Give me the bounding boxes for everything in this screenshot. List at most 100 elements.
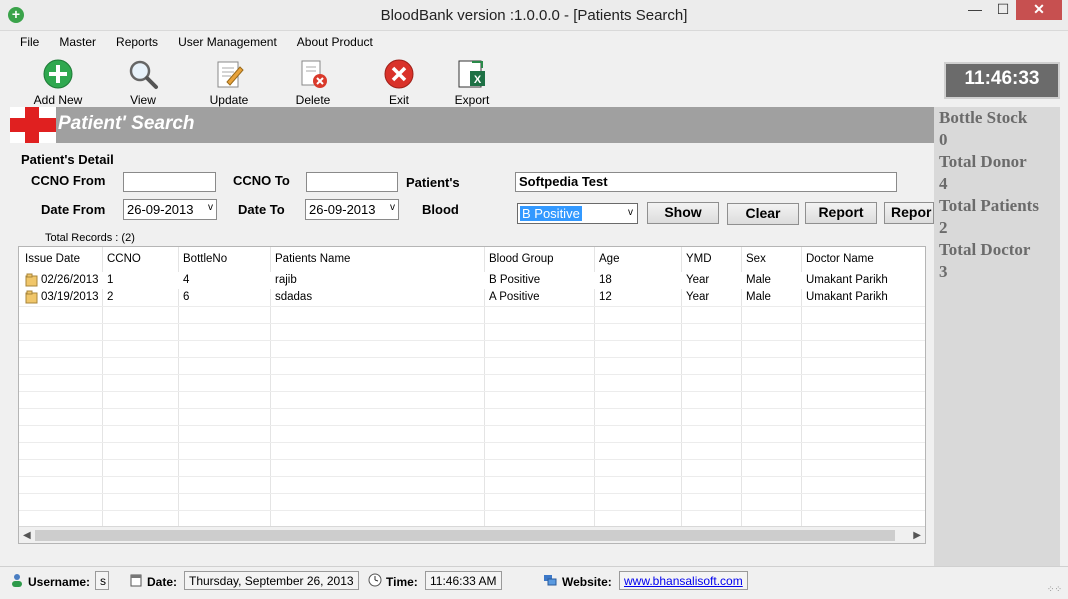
blood-group-value: B Positive (520, 206, 582, 221)
maximize-button[interactable]: ☐ (990, 0, 1016, 20)
row-line (19, 340, 925, 341)
update-label: Update (209, 93, 249, 107)
date-to-picker[interactable]: 26-09-2013 v (305, 199, 399, 220)
ccno-from-label: CCNO From (31, 173, 106, 188)
report-button-2[interactable]: Repor (884, 202, 934, 224)
cell-blood-group: A Positive (489, 291, 540, 303)
row-line (19, 357, 925, 358)
export-label: Export (454, 93, 490, 107)
table-header: Issue Date CCNO BottleNo Patients Name B… (19, 247, 925, 271)
header-ymd[interactable]: YMD (686, 253, 712, 265)
clock-icon (368, 573, 382, 587)
row-line (19, 442, 925, 443)
exit-button[interactable]: Exit (369, 58, 429, 107)
update-button[interactable]: Update (199, 58, 259, 107)
row-line (19, 425, 925, 426)
show-button[interactable]: Show (647, 202, 719, 224)
header-sex[interactable]: Sex (746, 253, 766, 265)
row-line (19, 391, 925, 392)
status-bar: Username: s Date: Thursday, September 26… (0, 566, 1068, 599)
window-title: BloodBank version :1.0.0.0 - [Patients S… (380, 7, 688, 24)
date-from-value: 26-09-2013 (127, 202, 194, 217)
view-label: View (130, 93, 156, 107)
blood-label: Blood (422, 202, 459, 217)
menu-user-management[interactable]: User Management (168, 33, 287, 53)
cell-ccno: 1 (107, 274, 114, 286)
view-button[interactable]: View (113, 58, 173, 107)
patient-label: Patient's (406, 175, 460, 190)
clear-button[interactable]: Clear (727, 203, 799, 225)
cell-doctor-name: Umakant Parikh (806, 274, 888, 286)
header-ccno[interactable]: CCNO (107, 253, 141, 265)
menu-file[interactable]: File (10, 33, 49, 53)
patients-table[interactable]: Issue Date CCNO BottleNo Patients Name B… (18, 246, 926, 544)
title-bar: + BloodBank version :1.0.0.0 - [Patients… (0, 0, 1068, 31)
date-from-label: Date From (41, 202, 106, 217)
time-label: Time: (386, 575, 418, 589)
row-line (19, 493, 925, 494)
header-blood-group[interactable]: Blood Group (489, 253, 554, 265)
date-from-picker[interactable]: 26-09-2013 v (123, 199, 217, 220)
header-doctor-name[interactable]: Doctor Name (806, 253, 874, 265)
date-label: Date: (147, 575, 178, 589)
cell-ymd: Year (686, 274, 710, 286)
minimize-button[interactable]: — (962, 0, 988, 20)
username-label: Username: (28, 575, 91, 589)
time-value: 11:46:33 AM (425, 571, 502, 590)
menu-reports[interactable]: Reports (106, 33, 168, 53)
cell-ccno: 2 (107, 291, 114, 303)
website-link[interactable]: www.bhansalisoft.com (619, 571, 748, 590)
folder-icon (25, 290, 38, 304)
header-age[interactable]: Age (599, 253, 619, 265)
chevron-down-icon: v (390, 202, 395, 213)
add-new-button[interactable]: Add New (28, 58, 88, 107)
folder-icon (25, 273, 38, 287)
exit-icon (384, 59, 414, 89)
resize-grip-icon[interactable]: ⁘⁘ (1047, 584, 1062, 595)
table-row[interactable]: 02/26/2013 1 4 rajib B Positive 18 Year … (19, 272, 925, 289)
total-patients-label: Total Patients (939, 196, 1039, 215)
delete-document-icon (301, 60, 327, 88)
edit-document-icon (217, 61, 244, 88)
red-cross-icon (10, 107, 56, 143)
total-donor-label: Total Donor (939, 152, 1027, 171)
date-to-label: Date To (238, 202, 285, 217)
patient-name-input[interactable]: Softpedia Test (515, 172, 897, 192)
add-icon (43, 59, 73, 89)
menu-about-product[interactable]: About Product (287, 33, 383, 53)
header-issue-date[interactable]: Issue Date (25, 253, 80, 265)
total-patients-value: 2 (939, 218, 948, 237)
clock-display: 11:46:33 (944, 62, 1060, 99)
cell-age: 12 (599, 291, 612, 303)
header-bottle-no[interactable]: BottleNo (183, 253, 227, 265)
calendar-icon (130, 574, 142, 587)
delete-button[interactable]: Delete (283, 58, 343, 107)
row-line (19, 408, 925, 409)
chevron-down-icon: v (208, 202, 213, 213)
bottle-stock-value: 0 (939, 130, 948, 149)
website-label: Website: (562, 575, 612, 589)
ccno-from-input[interactable] (123, 172, 216, 192)
row-line (19, 459, 925, 460)
close-button[interactable]: ✕ (1016, 0, 1062, 20)
cell-sex: Male (746, 274, 771, 286)
total-records: Total Records : (2) (45, 232, 135, 244)
bottle-stock-label: Bottle Stock (939, 108, 1028, 127)
horizontal-scrollbar[interactable]: ◀ ▶ (19, 526, 925, 543)
blood-group-select[interactable]: B Positive v (517, 203, 638, 224)
svg-text:X: X (474, 74, 482, 86)
menu-master[interactable]: Master (49, 33, 106, 53)
menu-bar: File Master Reports User Management Abou… (10, 33, 383, 53)
scroll-left-icon[interactable]: ◀ (23, 530, 31, 541)
table-row[interactable]: 03/19/2013 2 6 sdadas A Positive 12 Year… (19, 289, 925, 306)
scroll-right-icon[interactable]: ▶ (913, 530, 921, 541)
report-button[interactable]: Report (805, 202, 877, 224)
header-patients-name[interactable]: Patients Name (275, 253, 350, 265)
page-banner: Patient' Search (10, 107, 934, 143)
scrollbar-thumb[interactable] (35, 530, 895, 541)
export-button[interactable]: X Export (442, 58, 502, 107)
ccno-to-input[interactable] (306, 172, 398, 192)
stats-panel: Bottle Stock 0 Total Donor 4 Total Patie… (934, 107, 1060, 567)
page-title: Patient' Search (58, 113, 195, 134)
user-icon (12, 574, 22, 587)
